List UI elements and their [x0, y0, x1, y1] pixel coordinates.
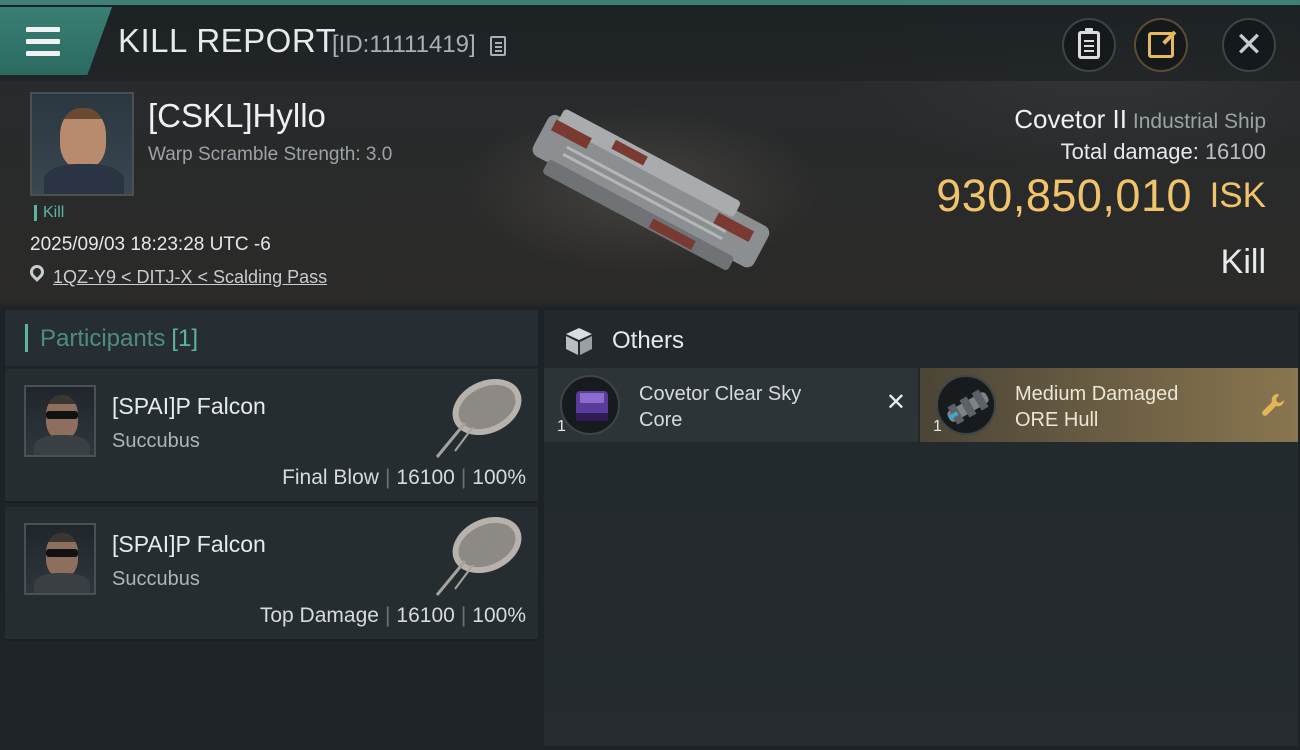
warp-scramble-strength: Warp Scramble Strength: 3.0 [148, 144, 393, 165]
participant-ship-image [435, 378, 522, 458]
participant-avatar[interactable] [24, 385, 96, 457]
destroyed-x-icon: ✕ [885, 388, 906, 416]
item-quantity: 1 [933, 418, 942, 435]
clipboard-button[interactable] [1062, 18, 1116, 72]
share-icon [1148, 30, 1177, 58]
kill-location-link[interactable]: 1QZ-Y9 < DITJ-X < Scalding Pass [53, 267, 327, 288]
report-id: [ID:11111419] [332, 31, 476, 58]
close-button[interactable]: ✕ [1222, 18, 1276, 72]
kill-result-label: Kill [1220, 243, 1266, 281]
victim-portrait[interactable] [30, 92, 134, 196]
item-icon [936, 375, 996, 435]
wrench-icon [1262, 393, 1285, 416]
participants-title[interactable]: Participants [1] [40, 325, 198, 353]
close-icon: ✕ [1234, 25, 1264, 65]
isk-unit: ISK [1209, 176, 1266, 215]
total-damage-value: 16100 [1204, 139, 1266, 164]
participant-row[interactable]: [SPAI]P Falcon Succubus Top Damage | 16100… [5, 507, 538, 641]
participant-stats: Top Damage | 16100 | 100% [259, 604, 526, 627]
item-destroyed[interactable]: 1 Covetor Clear Sky Core ✕ [544, 368, 918, 442]
participant-stats: Final Blow | 16100 | 100% [282, 466, 526, 489]
clipboard-icon [1078, 28, 1100, 59]
participant-avatar[interactable] [24, 523, 96, 595]
total-damage: Total damage: 16100 [1060, 139, 1266, 164]
participant-row[interactable]: [SPAI]P Falcon Succubus Final Blow | 16100… [5, 369, 538, 503]
participant-ship-image [435, 516, 522, 596]
participant-name: [SPAI]P Falcon [112, 393, 266, 419]
others-title: Others [612, 327, 685, 354]
share-button[interactable] [1134, 18, 1188, 72]
page-title: KILL REPORT [118, 22, 337, 59]
hamburger-menu-icon [26, 27, 60, 57]
victim-ship-image[interactable] [505, 98, 795, 288]
cube-icon [566, 328, 592, 355]
copy-id-icon[interactable] [490, 36, 506, 56]
participant-ship: Succubus [112, 430, 200, 452]
kill-tag: Kill [34, 205, 64, 221]
item-quantity: 1 [557, 418, 566, 435]
participants-count: [1] [171, 325, 199, 352]
victim-name[interactable]: [CSKL]Hyllo [148, 97, 326, 135]
kill-datetime: 2025/09/03 18:23:28 UTC -6 [30, 234, 271, 255]
item-name: Covetor Clear Sky Core [639, 383, 802, 431]
participant-name: [SPAI]P Falcon [112, 531, 266, 557]
isk-value: 930,850,010 [936, 170, 1192, 221]
item-dropped[interactable]: 1 Medium Damaged ORE Hull [920, 368, 1298, 442]
item-icon [560, 375, 620, 435]
participant-ship: Succubus [112, 568, 200, 590]
item-name: Medium Damaged ORE Hull [1015, 383, 1179, 431]
victim-ship-class: Industrial Ship [1132, 110, 1266, 133]
victim-ship-name: Covetor II Industrial Ship [1014, 104, 1266, 134]
